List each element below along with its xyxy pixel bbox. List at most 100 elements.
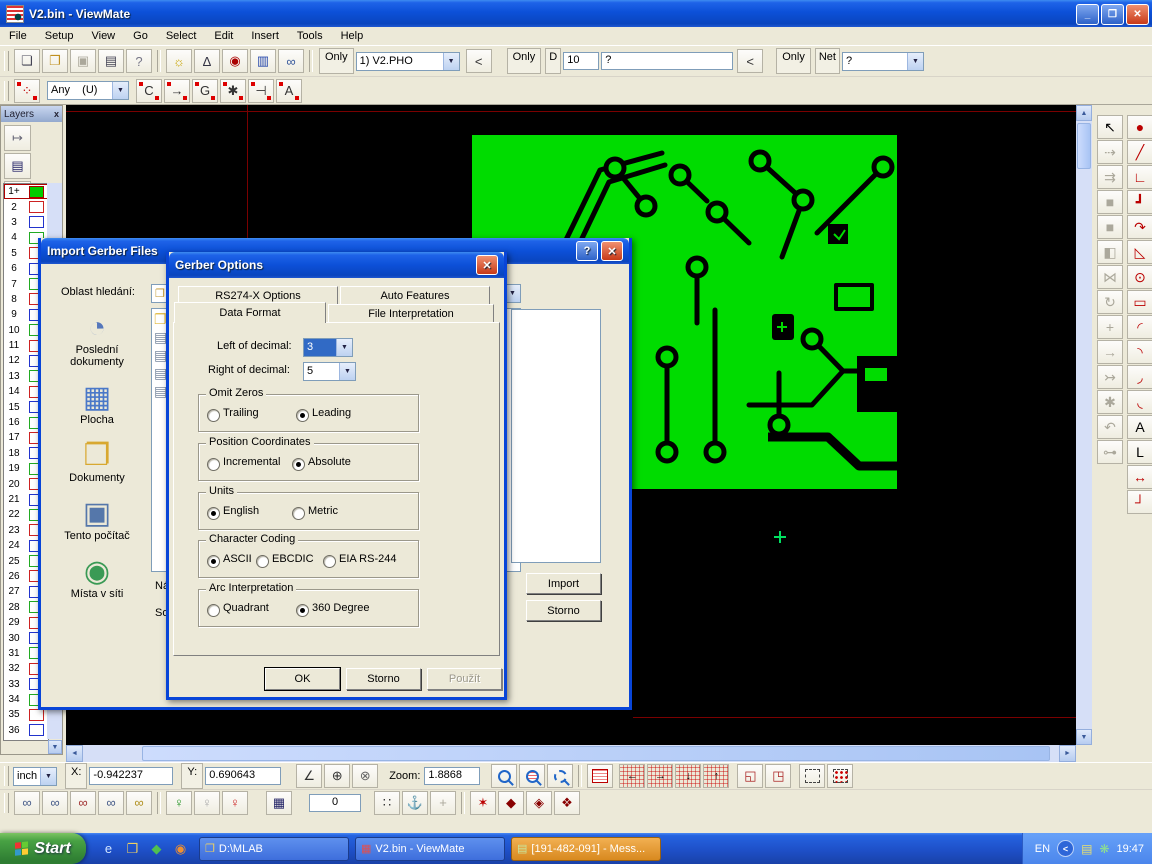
quick-launch-folder-icon[interactable]: ❐: [124, 840, 141, 857]
gerber-cancel-button[interactable]: Storno: [346, 668, 421, 690]
y-coordinate-field[interactable]: 0.690643: [205, 767, 281, 785]
flash-highlight-button[interactable]: ☼: [166, 49, 192, 73]
horizontal-scrollbar[interactable]: ◄ ►: [66, 745, 1076, 762]
draw-polyline-button[interactable]: ∟: [1127, 165, 1152, 189]
menu-edit[interactable]: Edit: [205, 28, 242, 44]
vertical-scroll-thumb[interactable]: [1077, 123, 1091, 169]
only-net-button[interactable]: Only: [776, 48, 811, 74]
layer-color-chip[interactable]: [29, 186, 44, 198]
pan-up-button[interactable]: ↑: [703, 764, 729, 788]
layer-row[interactable]: 3: [4, 215, 48, 230]
diamond-alt-pad-button[interactable]: ❖: [554, 791, 580, 815]
layer-color-chip[interactable]: [29, 724, 44, 736]
tab-file-interpretation[interactable]: File Interpretation: [328, 304, 494, 322]
only-layer-button[interactable]: Only: [319, 48, 354, 74]
radio-ebcdic[interactable]: [256, 555, 269, 568]
angle-measure-button[interactable]: ∠: [296, 764, 322, 788]
measure-height-button[interactable]: Δ: [194, 49, 220, 73]
layer-colors-button[interactable]: ▥: [250, 49, 276, 73]
chevron-down-icon[interactable]: ▼: [40, 768, 56, 785]
aperture-h-button[interactable]: ⊣: [248, 79, 274, 103]
toolbar-grip[interactable]: [4, 81, 9, 101]
zoom-window-out-button[interactable]: ◳: [765, 764, 791, 788]
d-code-field[interactable]: 10: [563, 52, 599, 70]
grid-toggle-button[interactable]: [587, 764, 613, 788]
quick-launch-firefox-icon[interactable]: ◉: [172, 840, 189, 857]
menu-select[interactable]: Select: [157, 28, 206, 44]
text-a-button[interactable]: A: [1127, 415, 1152, 439]
signal-gray-button[interactable]: ♀: [194, 791, 220, 815]
menu-tools[interactable]: Tools: [288, 28, 332, 44]
rotate-button[interactable]: ↻: [1097, 290, 1123, 314]
view-outline-glasses-button[interactable]: ∞: [98, 791, 124, 815]
vertical-scrollbar[interactable]: ▲ ▼: [1076, 105, 1092, 745]
task-dmlab[interactable]: ❐D:\MLAB: [199, 837, 349, 861]
import-cancel-button[interactable]: Storno: [526, 600, 601, 621]
filled-rect-button[interactable]: ■: [1097, 190, 1123, 214]
tray-clover-icon[interactable]: ❋: [1099, 842, 1109, 856]
pan-right-button[interactable]: →: [647, 764, 673, 788]
scroll-right-button[interactable]: ►: [1059, 745, 1076, 762]
right-of-decimal-combo[interactable]: 5 ▼: [303, 362, 356, 381]
draw-arc-q2-button[interactable]: ◝: [1127, 340, 1152, 364]
d-query-field[interactable]: ?: [601, 52, 733, 70]
pad-info-button[interactable]: ◉: [222, 49, 248, 73]
tray-note-icon[interactable]: ▤: [1081, 842, 1092, 856]
diamond-pad-button[interactable]: ◆: [498, 791, 524, 815]
toolbar-grip[interactable]: [4, 51, 9, 71]
menu-go[interactable]: Go: [124, 28, 157, 44]
layer-table-button[interactable]: ▤: [4, 153, 31, 179]
flash-pad-button[interactable]: ✶: [470, 791, 496, 815]
aperture-star-button[interactable]: ✱: [220, 79, 246, 103]
draw-pad-button[interactable]: ●: [1127, 115, 1152, 139]
ok-button[interactable]: OK: [265, 668, 340, 690]
pan-down-button[interactable]: ↓: [675, 764, 701, 788]
mirror-horizontal-button[interactable]: ◧: [1097, 240, 1123, 264]
chevron-down-icon[interactable]: ▼: [907, 53, 923, 70]
toolbar-grip[interactable]: [4, 793, 9, 813]
new-file-button[interactable]: ❏: [14, 49, 40, 73]
zoom-grid-button[interactable]: [519, 764, 545, 788]
draw-circle-button[interactable]: ⊙: [1127, 265, 1152, 289]
pan-left-button[interactable]: ←: [619, 764, 645, 788]
inspect-glasses-button[interactable]: ∞: [278, 49, 304, 73]
undo-button[interactable]: ↶: [1097, 415, 1123, 439]
layers-close-icon[interactable]: x: [54, 109, 59, 119]
aperture-filter-combo[interactable]: Any (U) ▼: [47, 81, 129, 100]
draw-rectangle-button[interactable]: ▭: [1127, 290, 1152, 314]
open-file-button[interactable]: ❐: [42, 49, 68, 73]
draw-arc-cw-button[interactable]: ↷: [1127, 215, 1152, 239]
move-origin-button[interactable]: +: [430, 791, 456, 815]
aperture-a-button[interactable]: A: [276, 79, 302, 103]
task-messenger[interactable]: ▤[191-482-091] - Mess...: [511, 837, 661, 861]
scroll-left-button[interactable]: ◄: [66, 745, 83, 762]
unit-combo[interactable]: inch ▼: [13, 767, 57, 786]
auto-pan-button[interactable]: ⊗: [352, 764, 378, 788]
draw-line-button[interactable]: ╱: [1127, 140, 1152, 164]
radio-metric[interactable]: [292, 507, 305, 520]
move-element-button[interactable]: →: [1097, 340, 1123, 364]
mirror-vertical-button[interactable]: ⋈: [1097, 265, 1123, 289]
anchor-button[interactable]: ⚓: [402, 791, 428, 815]
minimize-button[interactable]: _: [1076, 4, 1099, 25]
tab-data-format[interactable]: Data Format: [174, 302, 326, 323]
draw-bend-button[interactable]: ┘: [1127, 490, 1152, 514]
maximize-button[interactable]: ❐: [1101, 4, 1124, 25]
aperture-grid-button[interactable]: ⁘: [14, 79, 40, 103]
center-cross-button[interactable]: ⊕: [324, 764, 350, 788]
selected-files-list[interactable]: [511, 309, 601, 563]
left-of-decimal-combo[interactable]: 3 ▼: [303, 338, 353, 357]
net-combo[interactable]: ? ▼: [842, 52, 924, 71]
layer-row[interactable]: 1+: [4, 184, 48, 199]
chevron-down-icon[interactable]: ▼: [339, 363, 355, 380]
task-viewmate[interactable]: ▦V2.bin - ViewMate: [355, 837, 505, 861]
draw-triangle-button[interactable]: ◺: [1127, 240, 1152, 264]
layer-row[interactable]: 2: [4, 199, 48, 214]
aperture-g-button[interactable]: G: [192, 79, 218, 103]
draw-arc-q4-button[interactable]: ◟: [1127, 390, 1152, 414]
x-coordinate-field[interactable]: -0.942237: [89, 767, 173, 785]
quick-launch-green-app-icon[interactable]: ◆: [148, 840, 165, 857]
place-network[interactable]: ◉Místa v síti: [51, 556, 143, 600]
layers-scroll-down-button[interactable]: ▼: [48, 740, 62, 754]
radio-absolute[interactable]: [292, 458, 305, 471]
